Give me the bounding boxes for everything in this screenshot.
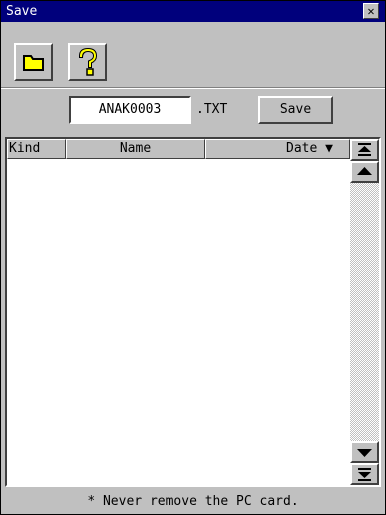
vertical-scrollbar[interactable]	[350, 139, 379, 485]
column-header-kind[interactable]: Kind	[7, 139, 66, 159]
double-down-arrow-icon	[358, 468, 371, 481]
scroll-to-bottom-button[interactable]	[350, 463, 379, 485]
up-arrow-icon	[357, 167, 372, 175]
scroll-up-button[interactable]	[350, 161, 379, 183]
status-message: * Never remove the PC card.	[87, 494, 299, 509]
scroll-down-button[interactable]	[350, 441, 379, 463]
column-header-name[interactable]: Name	[66, 139, 205, 159]
save-button[interactable]: Save	[258, 96, 333, 124]
open-folder-button[interactable]	[14, 43, 53, 81]
title-bar[interactable]: Save ✕	[1, 1, 385, 22]
filename-value: ANAK0003	[98, 102, 162, 117]
column-label-kind: Kind	[9, 141, 41, 156]
window-title: Save	[6, 4, 38, 19]
down-arrow-icon	[357, 449, 372, 457]
sort-descending-icon: ▼	[325, 141, 333, 156]
help-button[interactable]	[68, 43, 107, 81]
close-icon: ✕	[367, 4, 375, 18]
double-up-arrow-icon	[358, 143, 371, 156]
question-mark-icon	[78, 47, 98, 76]
column-label-name: Name	[119, 141, 152, 156]
filename-field[interactable]: ANAK0003	[69, 96, 191, 124]
folder-icon	[23, 55, 44, 71]
save-dialog: Save ✕ ANAK0003 .TXT Save Kind Name Date	[0, 0, 386, 515]
file-list[interactable]: Kind Name Date ▼	[5, 137, 381, 487]
close-button[interactable]: ✕	[363, 3, 379, 19]
toolbar-divider	[1, 87, 385, 89]
scrollbar-track[interactable]	[350, 183, 379, 441]
scroll-to-top-button[interactable]	[350, 139, 379, 161]
file-extension: .TXT	[196, 102, 228, 117]
column-header-date[interactable]: Date ▼	[205, 139, 350, 159]
column-label-date: Date	[286, 141, 318, 156]
